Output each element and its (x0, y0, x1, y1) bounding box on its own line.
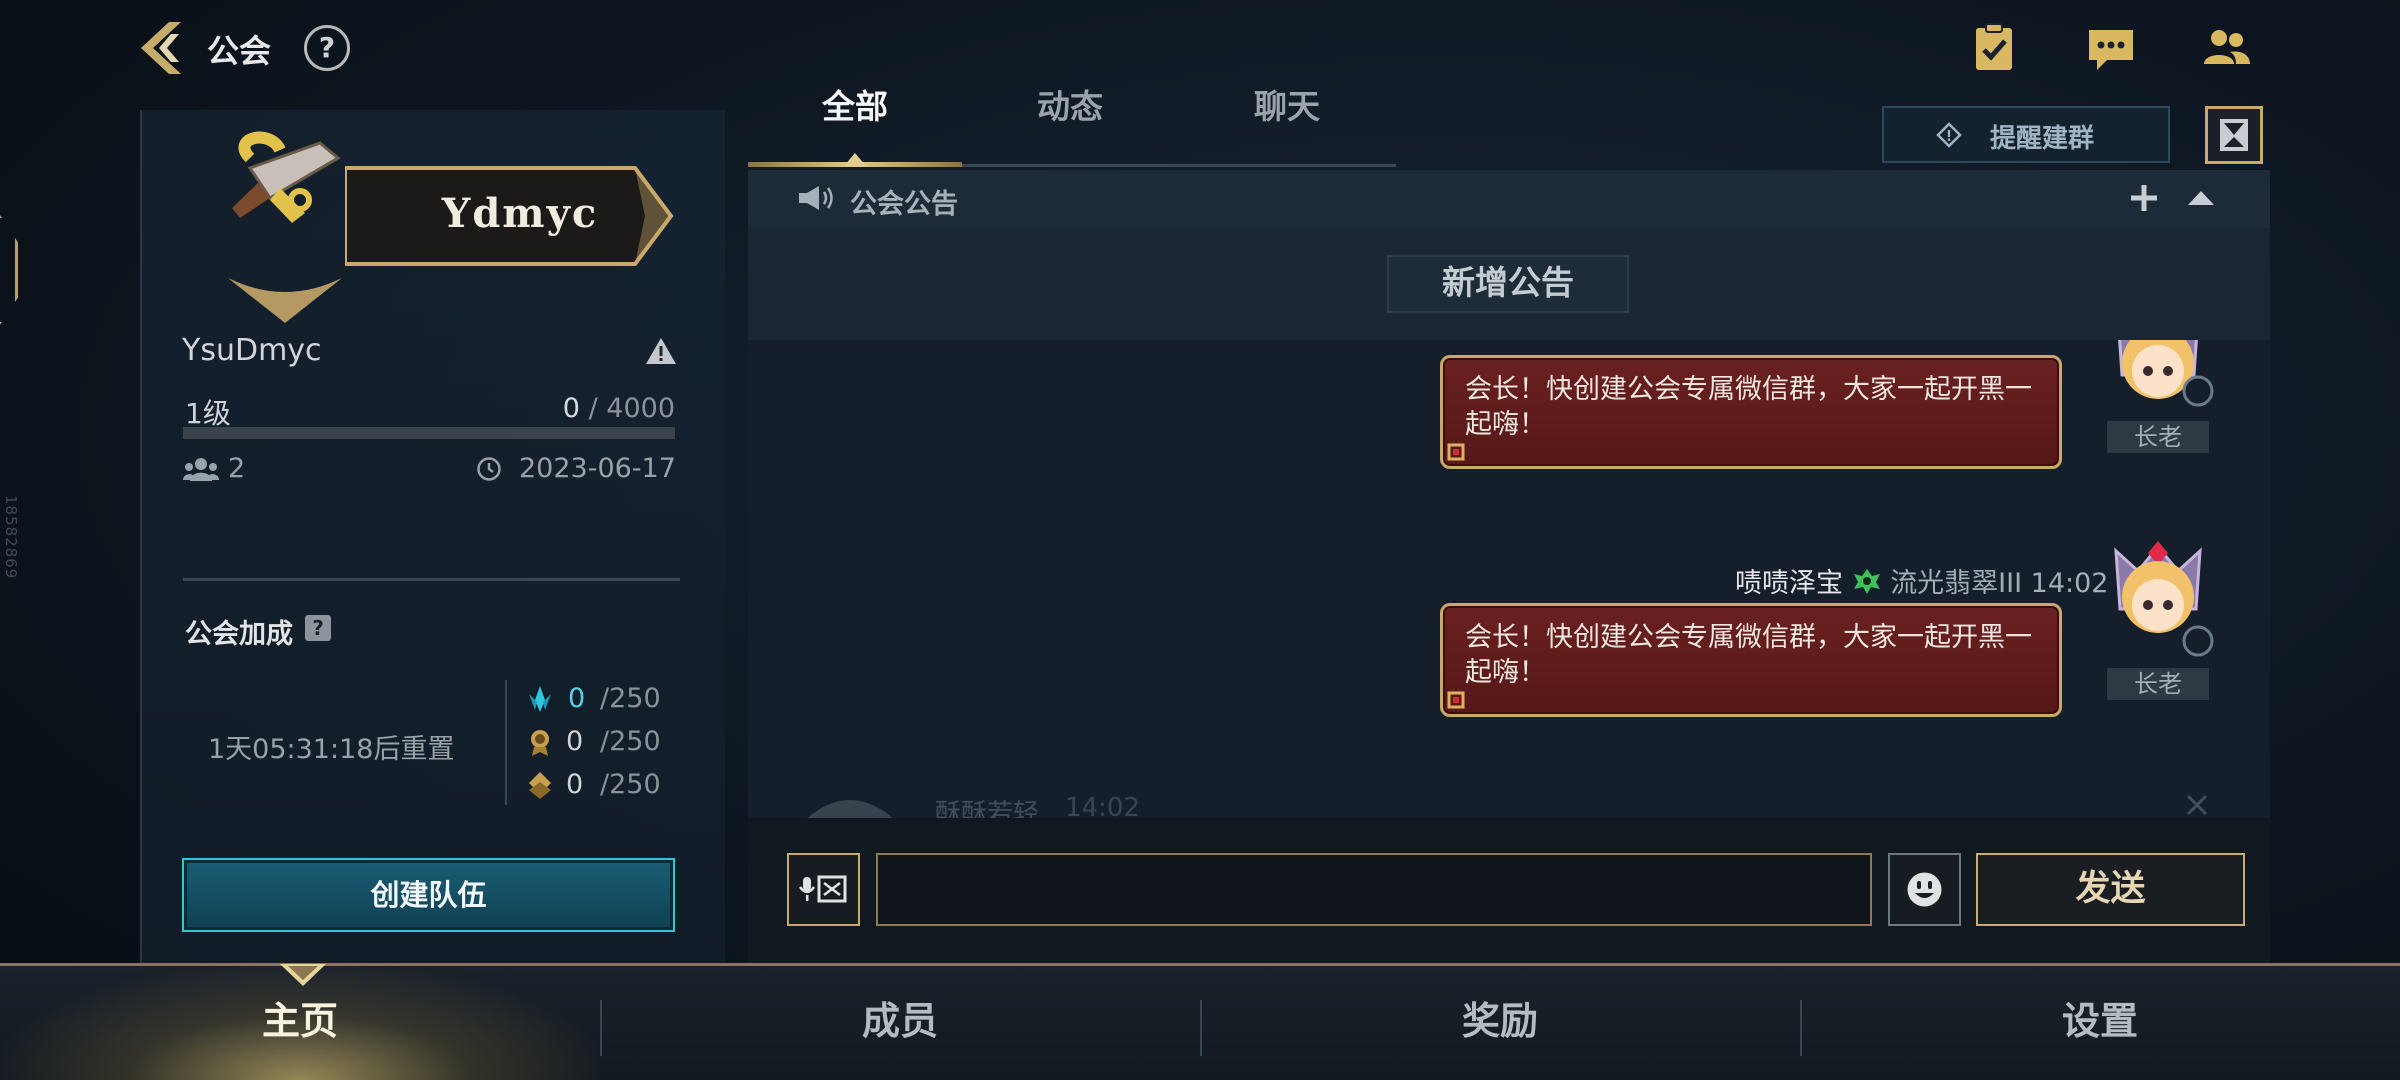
side-drawer-tab[interactable] (0, 215, 18, 325)
gold-medal-icon (525, 727, 555, 757)
tab-all[interactable]: 全部 (780, 80, 930, 135)
emoji-button[interactable] (1888, 853, 1961, 926)
message-text: 会长！快创建公会专属微信群，大家一起开黑一起嗨！ (1465, 622, 2032, 688)
exp-progress-bar (183, 427, 675, 439)
bonus-reset-timer: 1天05:31:18后重置 (208, 734, 455, 765)
message-bubble: 会长！快创建公会专属微信群，大家一起开黑一起嗨！ (1440, 355, 2062, 469)
friends-icon[interactable] (2200, 22, 2252, 74)
guild-bonus-title: 公会加成 (185, 619, 293, 650)
nav-home[interactable]: 主页 (0, 990, 600, 1060)
gold-diamond-icon (525, 770, 555, 800)
created-date: 2023-06-17 (519, 453, 676, 484)
rank-emblem-icon (1852, 567, 1882, 602)
sender-avatar[interactable] (2098, 537, 2218, 657)
message-time: 14:02 (2030, 568, 2109, 599)
guild-exp-text: 0 / 4000 (520, 393, 675, 424)
notice-title: 公会公告 (850, 189, 958, 220)
bubble-corner-icon (1446, 690, 1468, 712)
notice-header (748, 170, 2270, 228)
bonus-medal-max: /250 (600, 726, 661, 757)
tab-feed[interactable]: 动态 (995, 80, 1145, 135)
create-team-button[interactable]: 创建队伍 (182, 858, 675, 932)
back-button[interactable] (135, 18, 191, 78)
bubble-corner-icon (1446, 442, 1468, 464)
diamond-alert-icon (1936, 122, 1962, 148)
exp-current: 0 (562, 393, 580, 424)
message-sender-line: 啧啧泽宝 流光翡翠III 14:02 (1735, 561, 2108, 602)
voice-toggle-button[interactable] (787, 853, 860, 926)
nav-rewards[interactable]: 奖励 (1200, 990, 1800, 1060)
exp-max: 4000 (606, 393, 675, 424)
sender-name[interactable]: 啧啧泽宝 (1735, 568, 1843, 599)
active-nav-marker-icon (280, 964, 326, 986)
member-rank-tag: 长老 (2107, 668, 2209, 700)
bonus-divider (505, 680, 507, 805)
panel-divider (183, 578, 680, 581)
sender-rank: 流光翡翠III (1890, 568, 2023, 599)
bonus-crystal-max: /250 (600, 683, 661, 714)
bonus-diamond-max: /250 (600, 769, 661, 800)
collapse-chevron-icon[interactable] (2186, 188, 2216, 208)
back-arrow-icon (141, 22, 181, 74)
remind-create-group-label: 提醒建群 (1990, 124, 2095, 154)
blue-crystal-icon (525, 684, 555, 714)
tab-chat[interactable]: 聊天 (1212, 80, 1362, 135)
new-notice-button[interactable]: 新增公告 (1387, 255, 1629, 313)
megaphone-icon (797, 183, 837, 213)
add-notice-icon[interactable] (2126, 180, 2162, 216)
message-text: 会长！快创建公会专属微信群，大家一起开黑一起嗨！ (1465, 374, 2032, 440)
guild-emblem-icon (210, 128, 360, 328)
voice-keyboard-icon (798, 875, 847, 903)
chat-message-input[interactable] (876, 853, 1872, 926)
member-rank-tag: 长老 (2107, 421, 2209, 453)
message-bubble: 会长！快创建公会专属微信群，大家一起开黑一起嗨！ (1440, 603, 2062, 717)
member-count: 2 (228, 453, 246, 484)
send-button[interactable]: 发送 (1976, 853, 2245, 926)
vertical-id-text: 18582869 (2, 495, 20, 580)
nav-members[interactable]: 成员 (600, 990, 1200, 1060)
tab-caret-icon (844, 151, 866, 166)
guild-owner-name: YsuDmyc (182, 333, 322, 368)
bonus-medal-current: 0 (566, 726, 584, 757)
report-warning-icon[interactable] (645, 337, 677, 365)
page-title: 公会 (207, 32, 272, 70)
bonus-help-icon[interactable]: ? (305, 615, 331, 641)
hourglass-icon (2220, 119, 2248, 151)
help-icon[interactable]: ? (304, 25, 350, 71)
chat-message-icon[interactable] (2085, 22, 2137, 74)
smiley-icon (1907, 872, 1942, 907)
exp-separator: / (588, 393, 598, 424)
clock-icon (476, 456, 502, 482)
members-icon (183, 456, 219, 482)
bonus-crystal-current: 0 (568, 683, 586, 714)
task-clipboard-icon[interactable] (1968, 22, 2020, 74)
guild-name: Ydmyc (441, 190, 599, 237)
guild-level: 1级 (185, 397, 231, 430)
nav-settings[interactable]: 设置 (1800, 990, 2400, 1060)
panel-toggle-button[interactable] (2205, 106, 2263, 164)
bonus-diamond-current: 0 (566, 769, 584, 800)
